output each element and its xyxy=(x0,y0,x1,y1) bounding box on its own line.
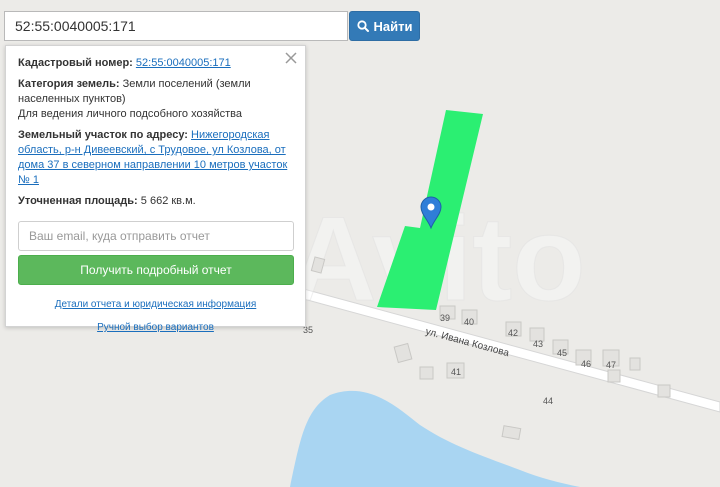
search-button-label: Найти xyxy=(373,18,413,34)
search-button[interactable]: Найти xyxy=(349,11,420,41)
house-number: 43 xyxy=(533,339,543,349)
parcel-info-popup: Кадастровый номер: 52:55:0040005:171 Кат… xyxy=(5,45,306,333)
report-details-link[interactable]: Детали отчета и юридическая информация xyxy=(18,297,293,312)
cadastral-row: Кадастровый номер: 52:55:0040005:171 xyxy=(18,56,293,71)
area-label: Уточненная площадь: xyxy=(18,195,138,207)
area-row: Уточненная площадь: 5 662 кв.м. xyxy=(18,194,293,209)
category-row: Категория земель: Земли поселений (земли… xyxy=(18,77,293,107)
house-number: 41 xyxy=(451,367,461,377)
area-value: 5 662 кв.м. xyxy=(140,195,196,207)
house-number: 40 xyxy=(464,317,474,327)
house-number: 46 xyxy=(581,359,591,369)
cadastral-label: Кадастровый номер: xyxy=(18,57,133,69)
search-bar xyxy=(4,11,348,41)
cadastral-link[interactable]: 52:55:0040005:171 xyxy=(136,57,231,69)
house-number: 39 xyxy=(440,313,450,323)
usage-text: Для ведения личного подсобного хозяйства xyxy=(18,108,242,120)
close-icon[interactable] xyxy=(284,51,298,65)
category-label: Категория земель: xyxy=(18,78,120,90)
address-row: Земельный участок по адресу: Нижегородск… xyxy=(18,128,293,188)
email-field[interactable] xyxy=(18,221,294,251)
house-number: 45 xyxy=(557,348,567,358)
get-report-button[interactable]: Получить подробный отчет xyxy=(18,255,294,285)
search-input[interactable] xyxy=(4,11,348,41)
house-number: 47 xyxy=(606,360,616,370)
house-number: 44 xyxy=(543,396,553,406)
manual-selection-link[interactable]: Ручной выбор вариантов xyxy=(18,320,293,335)
house-number: 42 xyxy=(508,328,518,338)
search-icon xyxy=(356,20,369,32)
address-label: Земельный участок по адресу: xyxy=(18,129,188,141)
